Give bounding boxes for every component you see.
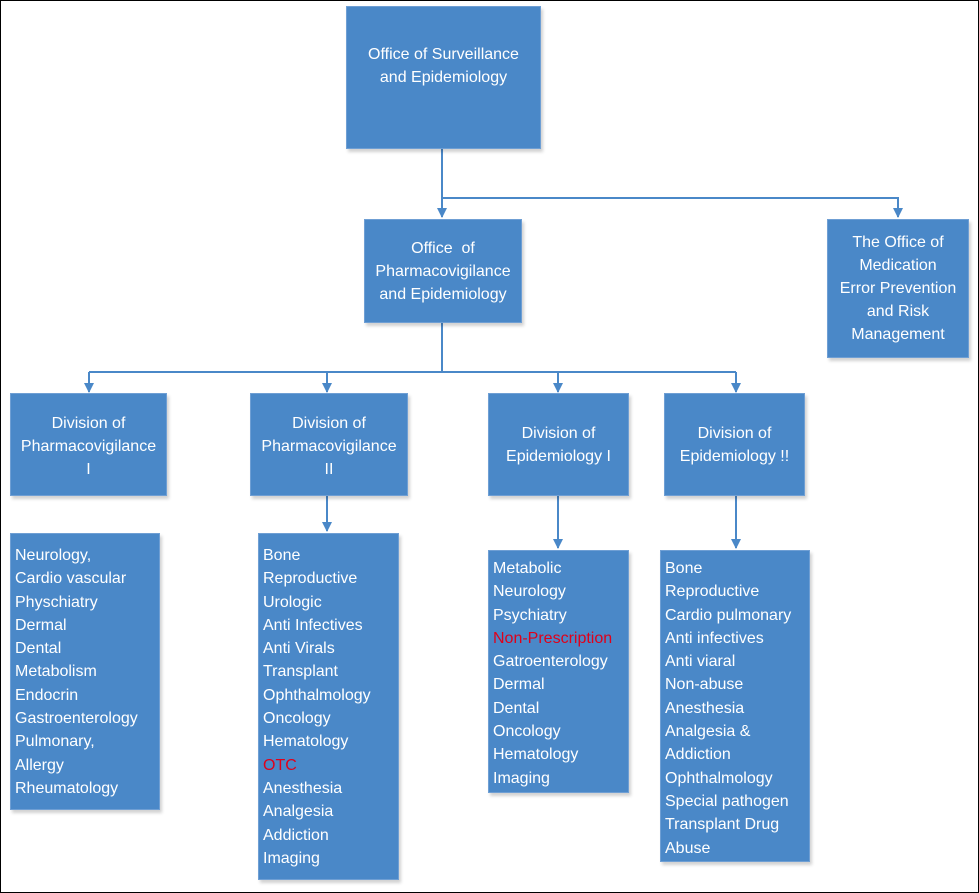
node-title-line: Epidemiology !! bbox=[679, 448, 790, 465]
list-item: Addiction bbox=[665, 746, 731, 764]
list-dpv2: Bone Reproductive Urologic Anti Infectives A… bbox=[258, 533, 399, 880]
list-item: Anti Infectives bbox=[263, 616, 363, 634]
node-title-line: Pharmacovigilance bbox=[375, 262, 511, 280]
list-item: Special pathogen bbox=[665, 792, 789, 810]
list-item: Metabolic bbox=[493, 560, 562, 577]
list-item: Dental bbox=[15, 640, 62, 658]
list-item: Imaging bbox=[263, 849, 320, 867]
node-title-line: and Epidemiology bbox=[379, 68, 508, 86]
list-item: Transplant Drug bbox=[665, 816, 780, 834]
node-dpv1: Division of Pharmacovigilance I bbox=[10, 393, 167, 496]
list-item: Endocrin bbox=[15, 686, 79, 704]
node-medication: The Office of Medication Error Prevention a… bbox=[827, 219, 969, 358]
list-item: Bone bbox=[263, 547, 301, 564]
connector-medication bbox=[442, 197, 903, 218]
list-item: Neurology, bbox=[15, 547, 92, 564]
node-title-line: Office of bbox=[411, 239, 475, 257]
node-title-line: Epidemiology I bbox=[506, 448, 611, 465]
list-dpv1: Neurology, Cardio vascular Physchiatry Derm… bbox=[10, 533, 160, 810]
list-item: Neurology bbox=[493, 583, 566, 601]
org-chart: Office of Surveillance and Epidemiology O… bbox=[0, 0, 979, 893]
node-de1: Division of Epidemiology I bbox=[488, 393, 629, 496]
node-dpv2: Division of Pharmacovigilance II bbox=[250, 393, 408, 496]
list-item: Dental bbox=[493, 699, 540, 717]
node-title-line: Pharmacovigilance bbox=[261, 438, 397, 455]
list-item: Psychiatry bbox=[493, 606, 567, 624]
node-title-line: II bbox=[324, 461, 334, 478]
list-item: Dermal bbox=[493, 676, 545, 694]
node-title-line: Division of bbox=[292, 415, 366, 432]
list-item: Urologic bbox=[263, 593, 322, 611]
list-item: Anesthesia bbox=[263, 779, 343, 797]
node-title-line: The Office of bbox=[852, 234, 944, 251]
node-title-line: Division of bbox=[51, 415, 126, 432]
node-title-line: Office of Surveillance bbox=[368, 45, 519, 63]
list-de1: Metabolic Neurology Psychiatry Non-Prescrip… bbox=[488, 550, 629, 793]
node-title-line: and Epidemiology bbox=[379, 285, 507, 303]
list-item: Abuse bbox=[665, 839, 711, 857]
list-item: Reproductive bbox=[263, 570, 358, 588]
list-item: Oncology bbox=[263, 710, 331, 728]
list-item: Analgesia & bbox=[665, 723, 751, 741]
list-item: Pulmonary, bbox=[15, 733, 95, 751]
list-item: Anti viaral bbox=[665, 653, 736, 671]
list-item: Gastroenterology bbox=[15, 710, 138, 728]
node-title-line: and Risk bbox=[866, 303, 930, 320]
list-item: OTC bbox=[263, 756, 297, 774]
list-item: Metabolism bbox=[15, 663, 97, 681]
node-title-line: Division of bbox=[697, 425, 772, 442]
node-title-line: Error Prevention bbox=[839, 280, 957, 297]
list-de2: Bone Reproductive Cardio pulmonary Anti inf… bbox=[660, 550, 810, 862]
list-item: Anesthesia bbox=[665, 699, 745, 717]
list-item: Allergy bbox=[15, 756, 64, 774]
node-ope: Office of Pharmacovigilance and Epidemiolo… bbox=[364, 219, 522, 323]
node-title-line: Division of bbox=[521, 425, 596, 442]
list-item: Cardio pulmonary bbox=[665, 606, 792, 624]
node-root: Office of Surveillance and Epidemiology bbox=[346, 6, 541, 149]
list-item: Cardio vascular bbox=[15, 570, 127, 588]
node-de2: Division of Epidemiology !! bbox=[664, 393, 805, 496]
list-item: Reproductive bbox=[665, 583, 760, 601]
node-title-line: Medication bbox=[859, 257, 937, 274]
list-item: Imaging bbox=[493, 769, 550, 787]
list-item: Ophthalmology bbox=[263, 686, 371, 704]
list-item: Anti infectives bbox=[665, 629, 764, 647]
list-item: Dermal bbox=[15, 616, 67, 634]
node-title-line: Management bbox=[851, 326, 945, 343]
list-item: Hematology bbox=[493, 746, 579, 764]
list-item: Physchiatry bbox=[15, 593, 98, 611]
list-item: Analgesia bbox=[263, 803, 334, 821]
list-item: Oncology bbox=[493, 723, 561, 741]
list-item: Bone bbox=[665, 560, 703, 577]
node-title-line: Pharmacovigilance bbox=[20, 438, 157, 455]
list-item: Hematology bbox=[263, 733, 349, 751]
list-item: Non-Prescription bbox=[493, 629, 613, 647]
node-title-line: I bbox=[86, 461, 91, 478]
list-item: Addiction bbox=[263, 826, 329, 844]
list-item: Anti Virals bbox=[263, 640, 335, 658]
list-item: Gatroenterology bbox=[493, 653, 608, 671]
list-item: Non-abuse bbox=[665, 676, 744, 694]
list-item: Transplant bbox=[263, 663, 338, 681]
list-item: Ophthalmology bbox=[665, 769, 773, 787]
list-item: Rheumatology bbox=[15, 779, 119, 797]
